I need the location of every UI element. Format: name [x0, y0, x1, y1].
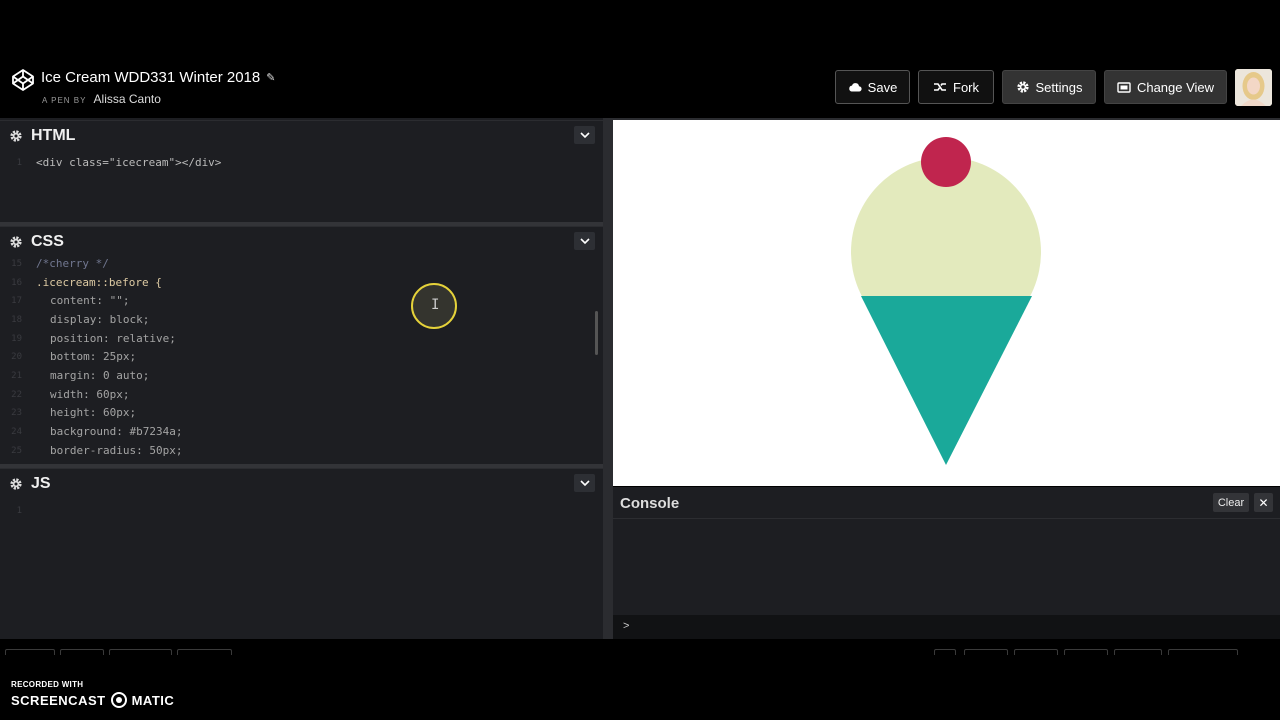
code-line: display: block;: [50, 313, 150, 326]
html-collapse-button[interactable]: [574, 126, 595, 144]
console-clear-button[interactable]: Clear: [1213, 493, 1249, 512]
line-number: 17: [11, 296, 22, 306]
pen-byline: A PEN BY Alissa Canto: [42, 92, 161, 106]
code-line: <div class="icecream"></div>: [36, 156, 222, 169]
save-button[interactable]: Save: [835, 70, 910, 104]
codepen-logo-icon[interactable]: [11, 68, 35, 92]
line-number: 24: [11, 427, 22, 437]
line-number: 1: [16, 158, 22, 168]
code-line: background: #b7234a;: [50, 425, 183, 438]
footer-button[interactable]: [5, 649, 55, 655]
result-preview[interactable]: [613, 118, 1280, 486]
footer-button[interactable]: [934, 649, 956, 655]
fork-icon: [934, 83, 946, 91]
footer-button[interactable]: [1168, 649, 1238, 655]
text-cursor-icon: I: [431, 297, 440, 313]
code-line: border-radius: 50px;: [50, 444, 183, 457]
footer-button[interactable]: [1114, 649, 1162, 655]
console-input[interactable]: >: [613, 615, 1280, 639]
footer-button[interactable]: [1014, 649, 1058, 655]
html-pane-header: HTML: [0, 120, 603, 150]
chevron-down-icon: [579, 237, 590, 244]
js-pane-header: JS: [0, 468, 603, 498]
change-view-label: Change View: [1136, 79, 1215, 95]
recorder-brand: SCREENCAST MATIC: [11, 692, 174, 708]
icecream-cherry: [921, 137, 971, 187]
gear-icon[interactable]: [9, 235, 23, 249]
code-line: height: 60px;: [50, 406, 137, 419]
layout-icon: [1117, 81, 1131, 93]
header: Ice Cream WDD331 Winter 2018 ✎ A PEN BY …: [0, 0, 1280, 115]
code-line: position: relative;: [50, 332, 176, 345]
author-link[interactable]: Alissa Canto: [94, 92, 161, 106]
save-label: Save: [867, 79, 898, 95]
fork-button[interactable]: Fork: [918, 70, 994, 104]
gear-icon[interactable]: [9, 477, 23, 491]
code-line: content: "";: [50, 294, 130, 307]
js-code-area[interactable]: 1: [0, 498, 603, 639]
footer-button[interactable]: [1064, 649, 1108, 655]
console-header: Console Clear ✕: [613, 487, 1280, 519]
line-number: 1: [16, 506, 22, 516]
footer-button[interactable]: [60, 649, 104, 655]
gear-icon[interactable]: [9, 129, 23, 143]
html-code-area[interactable]: 1 <div class="icecream"></div>: [0, 150, 603, 222]
console-prompt: >: [623, 620, 630, 632]
line-number: 20: [11, 352, 22, 362]
css-pane-title: CSS: [31, 232, 64, 250]
brand-left: SCREENCAST: [11, 692, 106, 708]
settings-label: Settings: [1035, 79, 1083, 95]
recorder-watermark: RECORDED WITH SCREENCAST MATIC: [11, 680, 174, 708]
console-panel: Console Clear ✕ >: [613, 487, 1280, 639]
pen-title[interactable]: Ice Cream WDD331 Winter 2018 ✎: [41, 69, 275, 86]
line-number: 18: [11, 315, 22, 325]
chevron-down-icon: [579, 131, 590, 138]
footer-button[interactable]: [109, 649, 172, 655]
icecream-drawing: [851, 137, 1041, 465]
code-line: /*cherry */: [36, 257, 109, 270]
cloud-icon: [848, 83, 862, 92]
js-collapse-button[interactable]: [574, 474, 595, 492]
html-pane-title: HTML: [31, 126, 76, 144]
record-dot-icon: [110, 692, 127, 708]
vertical-resize-handle[interactable]: [603, 118, 613, 639]
css-pane-header: CSS: [0, 226, 603, 256]
line-number: 15: [11, 259, 22, 269]
line-number: 25: [11, 446, 22, 456]
edit-pencil-icon[interactable]: ✎: [266, 71, 275, 84]
chevron-down-icon: [579, 479, 590, 486]
footer-bar: [0, 639, 1280, 655]
footer-button[interactable]: [177, 649, 232, 655]
css-scrollbar[interactable]: [595, 311, 598, 355]
pen-title-text[interactable]: Ice Cream WDD331 Winter 2018: [41, 69, 260, 86]
recorded-with-label: RECORDED WITH: [11, 680, 84, 689]
code-line: .icecream::before {: [36, 276, 162, 289]
console-title: Console: [620, 495, 680, 512]
css-code-area[interactable]: 15 /*cherry */ 16 .icecream::before { 17…: [0, 256, 603, 464]
line-number: 22: [11, 390, 22, 400]
user-avatar[interactable]: [1235, 69, 1272, 106]
editors-panel: HTML 1 <div class="icecream"></div> CSS …: [0, 118, 603, 639]
line-number: 23: [11, 408, 22, 418]
code-line: width: 60px;: [50, 388, 130, 401]
footer-button[interactable]: [964, 649, 1008, 655]
code-line: margin: 0 auto;: [50, 369, 150, 382]
close-icon[interactable]: ✕: [1254, 493, 1273, 512]
settings-button[interactable]: Settings: [1002, 70, 1096, 104]
code-line: bottom: 25px;: [50, 350, 137, 363]
icecream-cone: [861, 296, 1032, 465]
brand-right: MATIC: [131, 692, 175, 708]
line-number: 19: [11, 334, 22, 344]
fork-label: Fork: [953, 79, 979, 95]
css-collapse-button[interactable]: [574, 232, 595, 250]
pen-by-label: A PEN BY: [42, 96, 87, 105]
js-pane-title: JS: [31, 474, 51, 492]
gear-icon: [1016, 81, 1029, 93]
line-number: 21: [11, 371, 22, 381]
change-view-button[interactable]: Change View: [1104, 70, 1227, 104]
line-number: 16: [11, 278, 22, 288]
